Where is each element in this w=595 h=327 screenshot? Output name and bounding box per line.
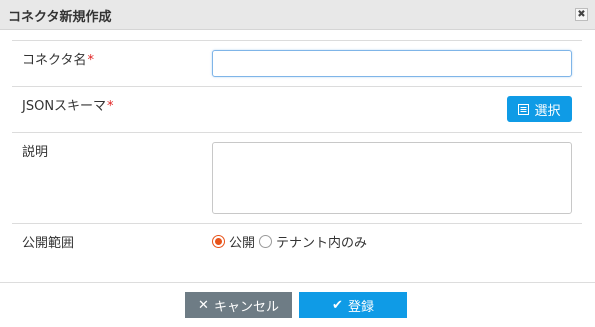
footer-divider (0, 282, 595, 283)
list-icon (518, 103, 530, 115)
register-button-label: 登録 (347, 299, 374, 315)
visibility-label: 公開範囲 (22, 236, 75, 251)
checkmark-icon: ✔ (332, 297, 343, 313)
connector-create-dialog: コネクタ新規作成 ✖ コネクタ名* JSONスキーマ* 選択 説明 公開範囲 公… (0, 0, 595, 327)
json-schema-label-text: JSONスキーマ (22, 99, 107, 114)
cancel-button-label: キャンセル (213, 299, 279, 315)
dialog-titlebar: コネクタ新規作成 ✖ (0, 0, 595, 30)
row-divider (12, 86, 582, 87)
row-divider (12, 223, 582, 224)
json-schema-label: JSONスキーマ* (22, 95, 114, 114)
cancel-button[interactable]: ✕ キャンセル (185, 292, 292, 318)
row-divider (12, 40, 582, 41)
required-mark: * (87, 53, 94, 68)
close-icon[interactable]: ✖ (575, 8, 588, 21)
radio-public-label: 公開 (229, 236, 256, 251)
connector-name-label: コネクタ名* (22, 49, 94, 68)
dialog-title: コネクタ新規作成 (8, 10, 112, 25)
description-label: 説明 (22, 145, 49, 160)
radio-tenant-only[interactable] (259, 235, 273, 248)
register-button[interactable]: ✔ 登録 (299, 292, 407, 318)
required-mark: * (107, 99, 114, 114)
close-icon: ✕ (198, 297, 209, 313)
description-textarea[interactable] (212, 142, 572, 214)
radio-tenant-only-label: テナント内のみ (276, 236, 368, 251)
visibility-radio-group: 公開 テナント内のみ (212, 232, 371, 251)
radio-public[interactable] (212, 235, 225, 248)
connector-name-label-text: コネクタ名 (22, 53, 87, 68)
connector-name-input[interactable] (212, 50, 572, 77)
select-schema-button-label: 選択 (534, 103, 561, 119)
row-divider (12, 132, 582, 133)
select-schema-button[interactable]: 選択 (507, 96, 572, 122)
